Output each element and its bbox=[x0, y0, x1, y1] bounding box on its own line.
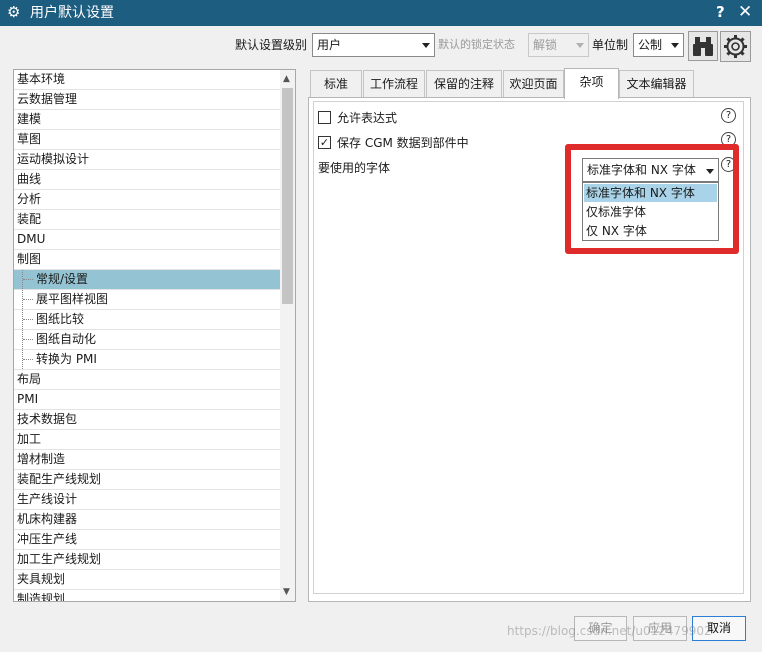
tree-item-label: 运动模拟设计 bbox=[17, 152, 90, 166]
tree-item-label: 基本环境 bbox=[17, 72, 66, 86]
binoculars-icon bbox=[693, 37, 713, 56]
tree-item-flat-pattern-view[interactable]: 展平图样视图 bbox=[14, 290, 280, 310]
tree-item-drawing-compare[interactable]: 图纸比较 bbox=[14, 310, 280, 330]
tree-item-label: 装配生产线规划 bbox=[17, 472, 102, 486]
gear-icon: ⚙ bbox=[7, 3, 21, 21]
tree-item-label: 布局 bbox=[17, 372, 42, 386]
tree-item-sketch[interactable]: 草图 bbox=[14, 130, 280, 150]
lock-select[interactable]: 解锁 bbox=[528, 33, 589, 57]
tree-item-drafting[interactable]: 制图 bbox=[14, 250, 280, 270]
window-title: 用户默认设置 bbox=[30, 5, 114, 21]
tree-connector bbox=[22, 310, 35, 329]
unit-value: 公制 bbox=[638, 38, 663, 52]
save-cgm-checkbox[interactable]: ✓ bbox=[318, 136, 331, 149]
tree-item-machining-line-planning[interactable]: 加工生产线规划 bbox=[14, 550, 280, 570]
chevron-down-icon bbox=[422, 43, 430, 48]
save-cgm-label: 保存 CGM 数据到部件中 bbox=[337, 136, 469, 150]
scroll-thumb[interactable] bbox=[282, 88, 293, 304]
tree-item-additive[interactable]: 增材制造 bbox=[14, 450, 280, 470]
close-button[interactable]: ✕ bbox=[738, 2, 752, 22]
tree-item-label: 加工生产线规划 bbox=[17, 552, 102, 566]
tree-item-label: 制造规划 bbox=[17, 592, 66, 602]
tab-text-editor[interactable]: 文本编辑器 bbox=[619, 70, 694, 97]
tree-item-fixture-planning[interactable]: 夹具规划 bbox=[14, 570, 280, 590]
tree-item-label: 机床构建器 bbox=[17, 512, 78, 526]
tree-scrollbar[interactable]: ▲ ▼ bbox=[280, 70, 295, 601]
tree-item-pmi[interactable]: PMI bbox=[14, 390, 280, 410]
tree-item-label: 制图 bbox=[17, 252, 42, 266]
highlight-annotation-box bbox=[565, 144, 739, 254]
gear-icon bbox=[724, 35, 747, 58]
tree-item-label: 图纸自动化 bbox=[36, 332, 97, 346]
lock-value: 解锁 bbox=[533, 38, 558, 52]
tree-item-label: 曲线 bbox=[17, 172, 42, 186]
tree-item-layout[interactable]: 布局 bbox=[14, 370, 280, 390]
tree-item-tdp[interactable]: 技术数据包 bbox=[14, 410, 280, 430]
tree-item-label: 建模 bbox=[17, 112, 42, 126]
tree-item-label: 冲压生产线 bbox=[17, 532, 78, 546]
tree-connector bbox=[22, 290, 35, 309]
scroll-up-icon[interactable]: ▲ bbox=[283, 73, 290, 85]
tree-item-label: 技术数据包 bbox=[17, 412, 78, 426]
level-value: 用户 bbox=[317, 38, 342, 52]
tree-item-label: 增材制造 bbox=[17, 452, 66, 466]
level-select[interactable]: 用户 bbox=[312, 33, 435, 57]
tree-item-cloud-data[interactable]: 云数据管理 bbox=[14, 90, 280, 110]
tree-item-label: 转换为 PMI bbox=[36, 352, 97, 366]
tree-item-label: 草图 bbox=[17, 132, 42, 146]
tree-item-press-line[interactable]: 冲压生产线 bbox=[14, 530, 280, 550]
tree-item-convert-pmi[interactable]: 转换为 PMI bbox=[14, 350, 280, 370]
help-button[interactable]: ? bbox=[716, 3, 725, 21]
tree-item-label: 展平图样视图 bbox=[36, 292, 109, 306]
scroll-down-icon[interactable]: ▼ bbox=[283, 586, 290, 598]
tree-item-label: 夹具规划 bbox=[17, 572, 66, 586]
tree-item-assembly-line-planning[interactable]: 装配生产线规划 bbox=[14, 470, 280, 490]
tree-item-label: 分析 bbox=[17, 192, 42, 206]
tree-item-basic-environment[interactable]: 基本环境 bbox=[14, 70, 280, 90]
tab-retained-annotations[interactable]: 保留的注释 bbox=[426, 70, 502, 97]
chevron-down-icon bbox=[576, 43, 584, 48]
allow-expression-label: 允许表达式 bbox=[337, 111, 398, 125]
allow-expression-checkbox[interactable] bbox=[318, 111, 331, 124]
settings-button[interactable] bbox=[720, 31, 751, 62]
tab-welcome-page[interactable]: 欢迎页面 bbox=[503, 70, 564, 97]
title-bar: ⚙ 用户默认设置 ? ✕ bbox=[0, 0, 762, 26]
tab-workflow[interactable]: 工作流程 bbox=[363, 70, 425, 97]
lock-label: 默认的锁定状态 bbox=[438, 38, 515, 51]
tree-item-label: 装配 bbox=[17, 212, 42, 226]
tab-standard[interactable]: 标准 bbox=[310, 70, 362, 97]
tree-item-motion[interactable]: 运动模拟设计 bbox=[14, 150, 280, 170]
category-tree[interactable]: 基本环境 云数据管理 建模 草图 运动模拟设计 曲线 分析 装配 DMU 制图 … bbox=[13, 69, 296, 602]
font-label: 要使用的字体 bbox=[318, 161, 391, 175]
tree-item-assembly[interactable]: 装配 bbox=[14, 210, 280, 230]
level-label: 默认设置级别 bbox=[235, 38, 308, 52]
tree-item-label: 常规/设置 bbox=[36, 272, 89, 286]
tree-item-dmu[interactable]: DMU bbox=[14, 230, 280, 250]
tree-item-manufacturing[interactable]: 加工 bbox=[14, 430, 280, 450]
unit-select[interactable]: 公制 bbox=[633, 33, 684, 57]
tree-item-general-settings[interactable]: 常规/设置 bbox=[14, 270, 280, 290]
tab-misc[interactable]: 杂项 bbox=[564, 68, 619, 99]
tree-item-machine-builder[interactable]: 机床构建器 bbox=[14, 510, 280, 530]
tree-item-label: DMU bbox=[17, 232, 46, 246]
find-button[interactable] bbox=[688, 31, 718, 61]
watermark: https://blog.csdn.net/u012479902 bbox=[507, 624, 712, 638]
tree-item-drawing-automation[interactable]: 图纸自动化 bbox=[14, 330, 280, 350]
tree-item-mfg-planning[interactable]: 制造规划 bbox=[14, 590, 280, 602]
tree-item-modeling[interactable]: 建模 bbox=[14, 110, 280, 130]
tree-connector bbox=[22, 330, 35, 349]
tree-item-label: 云数据管理 bbox=[17, 92, 78, 106]
tree-item-line-design[interactable]: 生产线设计 bbox=[14, 490, 280, 510]
tree-connector bbox=[22, 270, 35, 289]
tree-item-analysis[interactable]: 分析 bbox=[14, 190, 280, 210]
chevron-down-icon bbox=[671, 43, 679, 48]
tree-item-label: 图纸比较 bbox=[36, 312, 85, 326]
help-icon[interactable]: ? bbox=[721, 108, 736, 123]
tree-item-label: 生产线设计 bbox=[17, 492, 78, 506]
tree-item-curve[interactable]: 曲线 bbox=[14, 170, 280, 190]
tree-item-label: 加工 bbox=[17, 432, 42, 446]
tree-connector bbox=[22, 350, 35, 369]
unit-label: 单位制 bbox=[592, 38, 629, 52]
tree-item-label: PMI bbox=[17, 392, 39, 406]
